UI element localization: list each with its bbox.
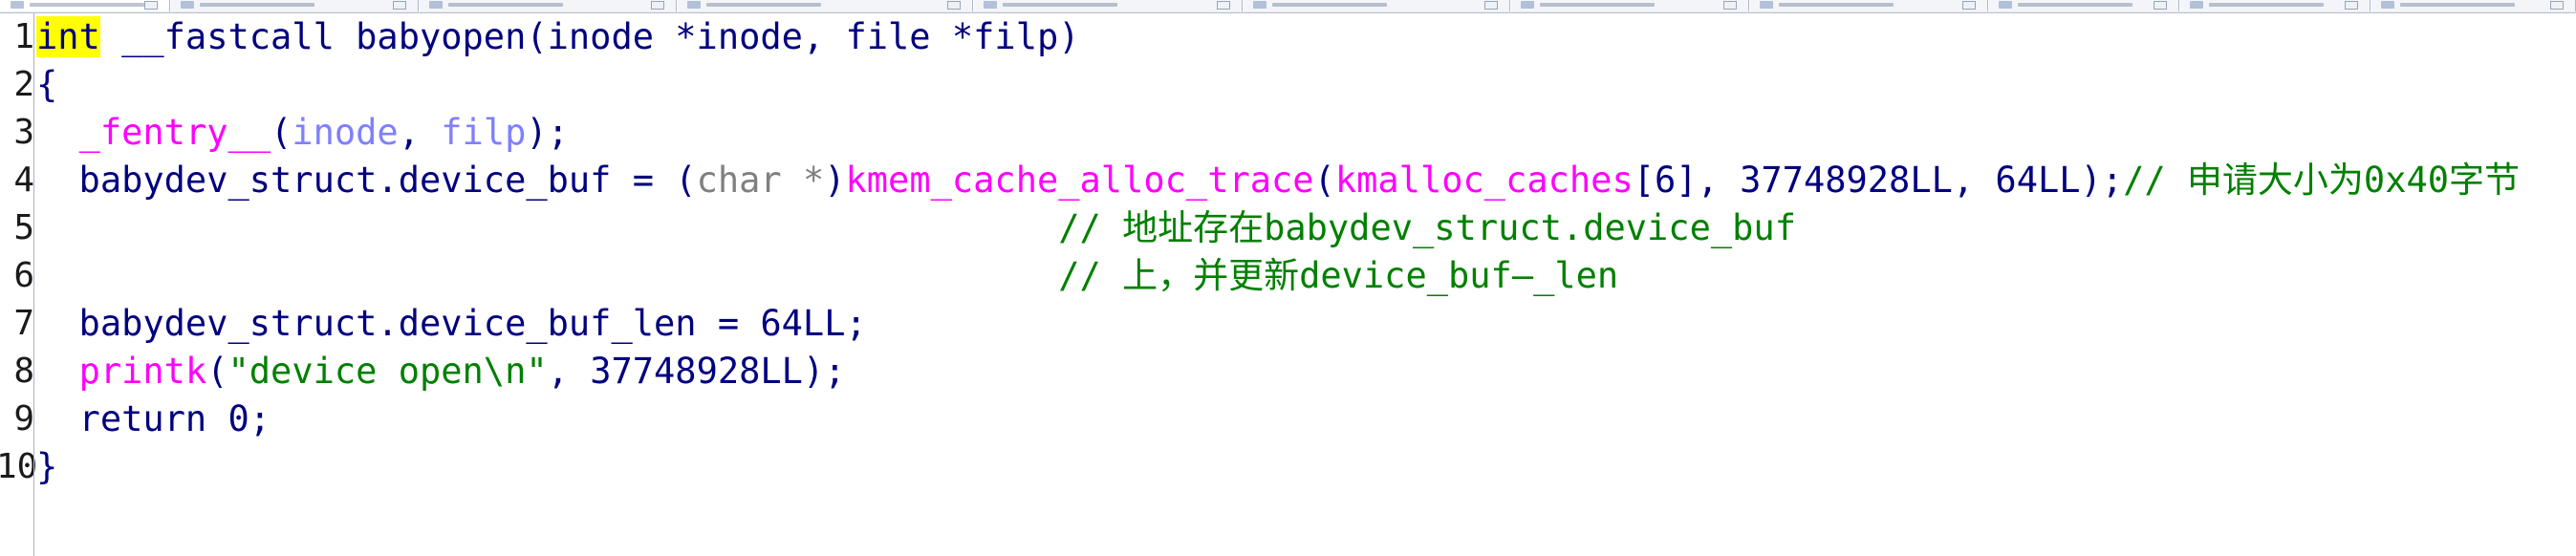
line-number: 1 [13, 17, 34, 56]
code-token: char * [696, 160, 825, 201]
tab-2[interactable] [170, 0, 419, 11]
tab-label [1272, 3, 1387, 7]
tab-pseudocode[interactable] [0, 0, 170, 11]
tab-icon [1999, 1, 2012, 9]
tab-label [200, 3, 314, 7]
line-number-gutter: 1 2 3 4 5 6 7 8 9 10 [0, 13, 38, 556]
code-token: { [36, 64, 58, 105]
close-icon[interactable] [947, 1, 961, 10]
tab-icon [11, 1, 24, 9]
tab-icon [1253, 1, 1266, 9]
line-number: 6 [13, 256, 34, 295]
gutter-divider [33, 13, 34, 556]
tab-label [30, 3, 144, 7]
code-token: // 上，并更新device_buf—_len [36, 255, 1619, 296]
tab-strip [0, 0, 2576, 13]
code-token: kmalloc_caches [1334, 160, 1634, 201]
tab-icon [1521, 1, 1534, 9]
code-token: ( [206, 351, 228, 392]
code-token: , 37748928LL); [547, 351, 846, 392]
tab-icon [687, 1, 701, 9]
code-token: filp [441, 112, 527, 153]
pseudocode-editor[interactable]: 1 2 3 4 5 6 7 8 9 10 int __fastcall babyopen(inod… [0, 13, 2576, 556]
tab-7[interactable] [1510, 0, 1749, 11]
code-line[interactable]: int __fastcall babyopen(inode *inode, fi… [36, 13, 1080, 61]
line-number: 7 [13, 304, 34, 343]
code-line[interactable]: babydev_struct.device_buf = (char *)kmem… [36, 157, 2520, 204]
tab-icon [181, 1, 194, 9]
tab-6[interactable] [1243, 0, 1510, 11]
tab-label [1540, 3, 1655, 7]
code-token: ( [1313, 160, 1335, 201]
close-icon[interactable] [2345, 1, 2358, 10]
tab-label [2400, 3, 2515, 7]
line-number: 5 [13, 208, 34, 247]
code-line[interactable]: // 地址存在babydev_struct.device_buf [36, 204, 1796, 252]
code-token: __fastcall babyopen(inode *inode, file *… [99, 16, 1080, 57]
code-token: ) [824, 160, 846, 201]
tab-icon [429, 1, 443, 9]
close-icon[interactable] [393, 1, 406, 10]
code-token: inode [292, 112, 399, 153]
code-token: ); [526, 112, 569, 153]
close-icon[interactable] [1723, 1, 1737, 10]
code-token: return 0; [36, 398, 271, 439]
close-icon[interactable] [1217, 1, 1230, 10]
code-line[interactable]: // 上，并更新device_buf—_len [36, 252, 1618, 300]
code-token: printk [78, 351, 207, 392]
code-area[interactable]: int __fastcall babyopen(inode *inode, fi… [36, 13, 2576, 556]
code-token: // 申请大小为0x40字节 [2123, 160, 2521, 201]
tab-11[interactable] [2370, 0, 2576, 11]
code-line[interactable]: babydev_struct.device_buf_len = 64LL; [36, 300, 867, 348]
code-token: _fentry__ [78, 112, 271, 153]
code-token: "device open\n" [227, 351, 548, 392]
tab-icon [1760, 1, 1773, 9]
code-token: int [36, 16, 100, 57]
code-token: } [36, 446, 58, 487]
line-number: 4 [13, 160, 34, 200]
code-token: , [398, 112, 442, 153]
close-icon[interactable] [2154, 1, 2167, 10]
line-number: 9 [13, 399, 34, 438]
code-token: ( [271, 112, 292, 153]
code-token: babydev_struct.device_buf = ( [36, 160, 697, 201]
tab-5[interactable] [973, 0, 1243, 11]
tab-label [2018, 3, 2132, 7]
line-number: 8 [13, 352, 34, 391]
code-token: kmem_cache_alloc_trace [845, 160, 1314, 201]
code-token: babydev_struct.device_buf_len = 64LL; [36, 303, 867, 344]
close-icon[interactable] [2550, 1, 2564, 10]
code-line[interactable]: return 0; [36, 396, 271, 443]
tab-label [1779, 3, 1894, 7]
tab-icon [984, 1, 997, 9]
tab-icon [2190, 1, 2203, 9]
code-line[interactable]: printk("device open\n", 37748928LL); [36, 348, 846, 396]
close-icon[interactable] [144, 1, 158, 10]
code-token: // 地址存在babydev_struct.device_buf [36, 207, 1796, 248]
tab-label [1003, 3, 1117, 7]
close-icon[interactable] [651, 1, 664, 10]
close-icon[interactable] [1962, 1, 1976, 10]
line-number: 3 [13, 113, 34, 152]
code-line[interactable]: _fentry__(inode, filp); [36, 109, 569, 157]
line-number: 2 [13, 65, 34, 104]
code-token: [6], 37748928LL, 64LL); [1633, 160, 2124, 201]
line-number: 10 [0, 447, 38, 486]
tab-3[interactable] [419, 0, 677, 11]
tab-label [448, 3, 563, 7]
tab-4[interactable] [677, 0, 973, 11]
tab-icon [2381, 1, 2394, 9]
tab-9[interactable] [1988, 0, 2179, 11]
tab-label [2209, 3, 2324, 7]
code-line[interactable]: { [36, 61, 57, 109]
close-icon[interactable] [1484, 1, 1498, 10]
tab-10[interactable] [2179, 0, 2370, 11]
tab-label [706, 3, 821, 7]
code-line[interactable]: } [36, 443, 57, 491]
tab-8[interactable] [1749, 0, 1988, 11]
